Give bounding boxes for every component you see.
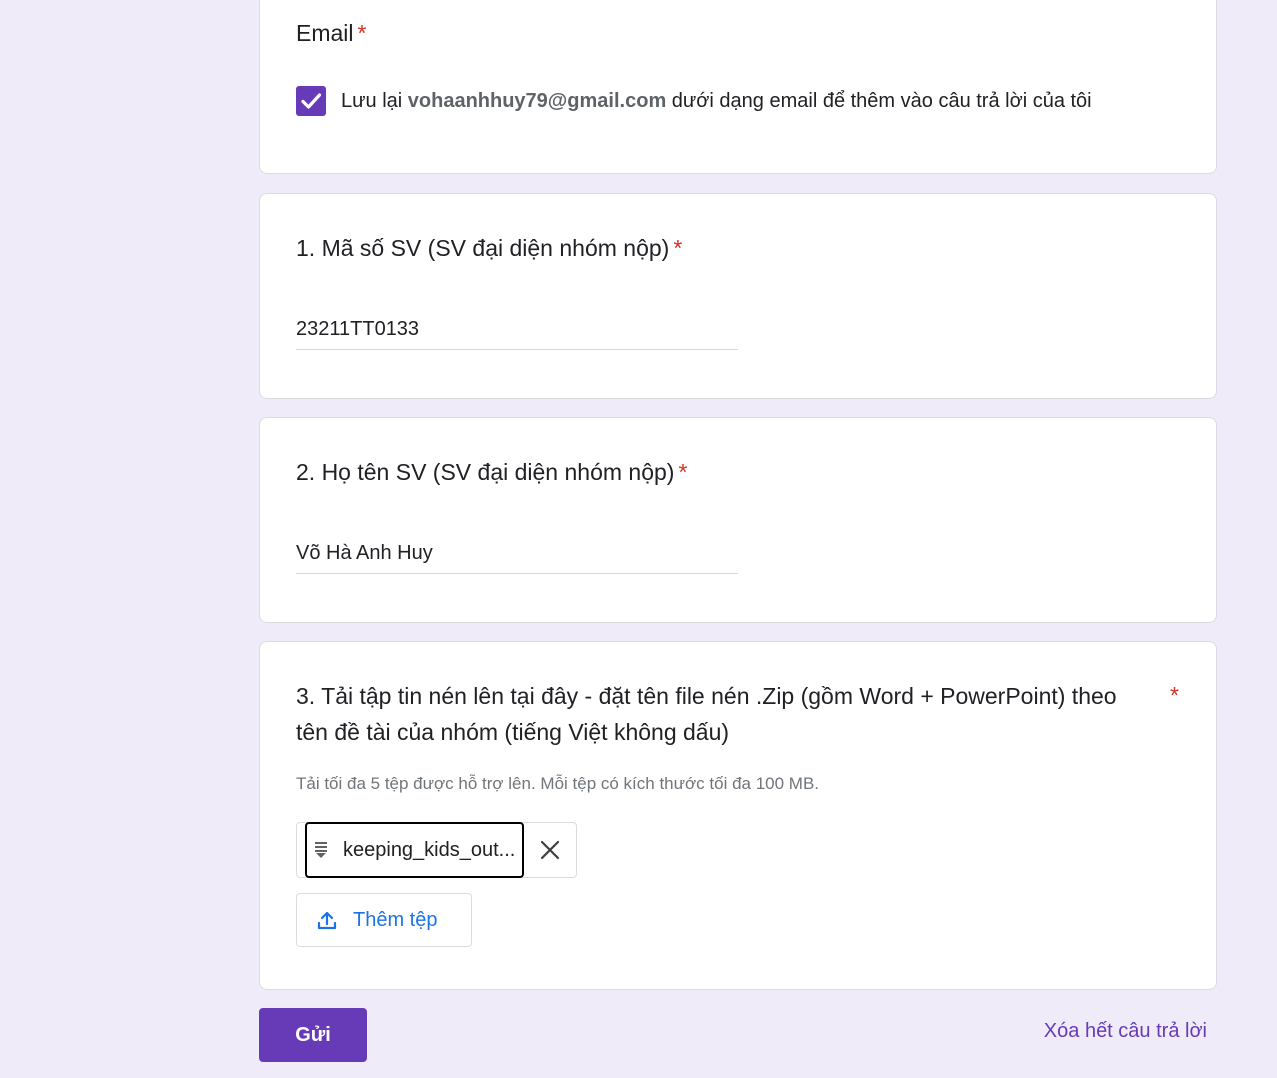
uploaded-file-chip: keeping_kids_out...: [296, 822, 577, 878]
question-card-file-upload: 3. Tải tập tin nén lên tại đây - đặt tên…: [259, 641, 1217, 990]
add-file-label: Thêm tệp: [353, 909, 438, 931]
save-email-label: Lưu lại vohaanhhuy79@gmail.com dưới dạng…: [341, 84, 1092, 118]
question-card-student-id: 1. Mã số SV (SV đại diện nhóm nộp) * 2321…: [259, 193, 1217, 399]
question-title-line1: 3. Tải tập tin nén lên tại đây - đặt tên…: [296, 683, 1117, 709]
add-file-button[interactable]: Thêm tệp: [296, 893, 472, 947]
submit-button[interactable]: Gửi: [259, 1008, 367, 1062]
save-email-prefix: Lưu lại: [341, 90, 408, 112]
question-title: 3. Tải tập tin nén lên tại đây - đặt tên…: [296, 678, 1156, 750]
file-name-focus-box[interactable]: keeping_kids_out...: [305, 822, 524, 878]
question-title-text: 1. Mã số SV (SV đại diện nhóm nộp): [296, 235, 670, 261]
save-email-checkbox[interactable]: [296, 86, 326, 116]
email-question-title: Email *: [296, 15, 366, 51]
file-icon: [315, 842, 327, 858]
upload-hint: Tải tối đa 5 tệp được hỗ trợ lên. Mỗi tệ…: [296, 774, 820, 793]
required-mark: *: [357, 20, 367, 46]
question-title-text: 2. Họ tên SV (SV đại diện nhóm nộp): [296, 459, 675, 485]
email-label: Email: [296, 20, 354, 46]
question-title: 2. Họ tên SV (SV đại diện nhóm nộp) *: [296, 454, 687, 490]
close-icon[interactable]: [537, 837, 563, 863]
question-title: 1. Mã số SV (SV đại diện nhóm nộp) *: [296, 230, 682, 266]
student-id-input[interactable]: 23211TT0133: [296, 310, 738, 350]
file-name: keeping_kids_out...: [343, 839, 516, 861]
required-mark: *: [1170, 682, 1179, 708]
student-name-input[interactable]: Võ Hà Anh Huy: [296, 534, 738, 574]
save-email-suffix: dưới dạng email để thêm vào câu trả lời …: [666, 90, 1092, 112]
required-mark: *: [673, 235, 683, 261]
email-card: Email * Lưu lại vohaanhhuy79@gmail.com dư…: [259, 0, 1217, 174]
clear-form-link[interactable]: Xóa hết câu trả lời: [1044, 1020, 1207, 1043]
question-title-line2: tên đề tài của nhóm (tiếng Việt không dấ…: [296, 719, 730, 745]
question-card-student-name: 2. Họ tên SV (SV đại diện nhóm nộp) * Võ …: [259, 417, 1217, 623]
required-mark: *: [678, 459, 688, 485]
checkmark-icon: [301, 93, 322, 109]
user-email: vohaanhhuy79@gmail.com: [407, 90, 667, 112]
upload-icon: [317, 911, 337, 930]
